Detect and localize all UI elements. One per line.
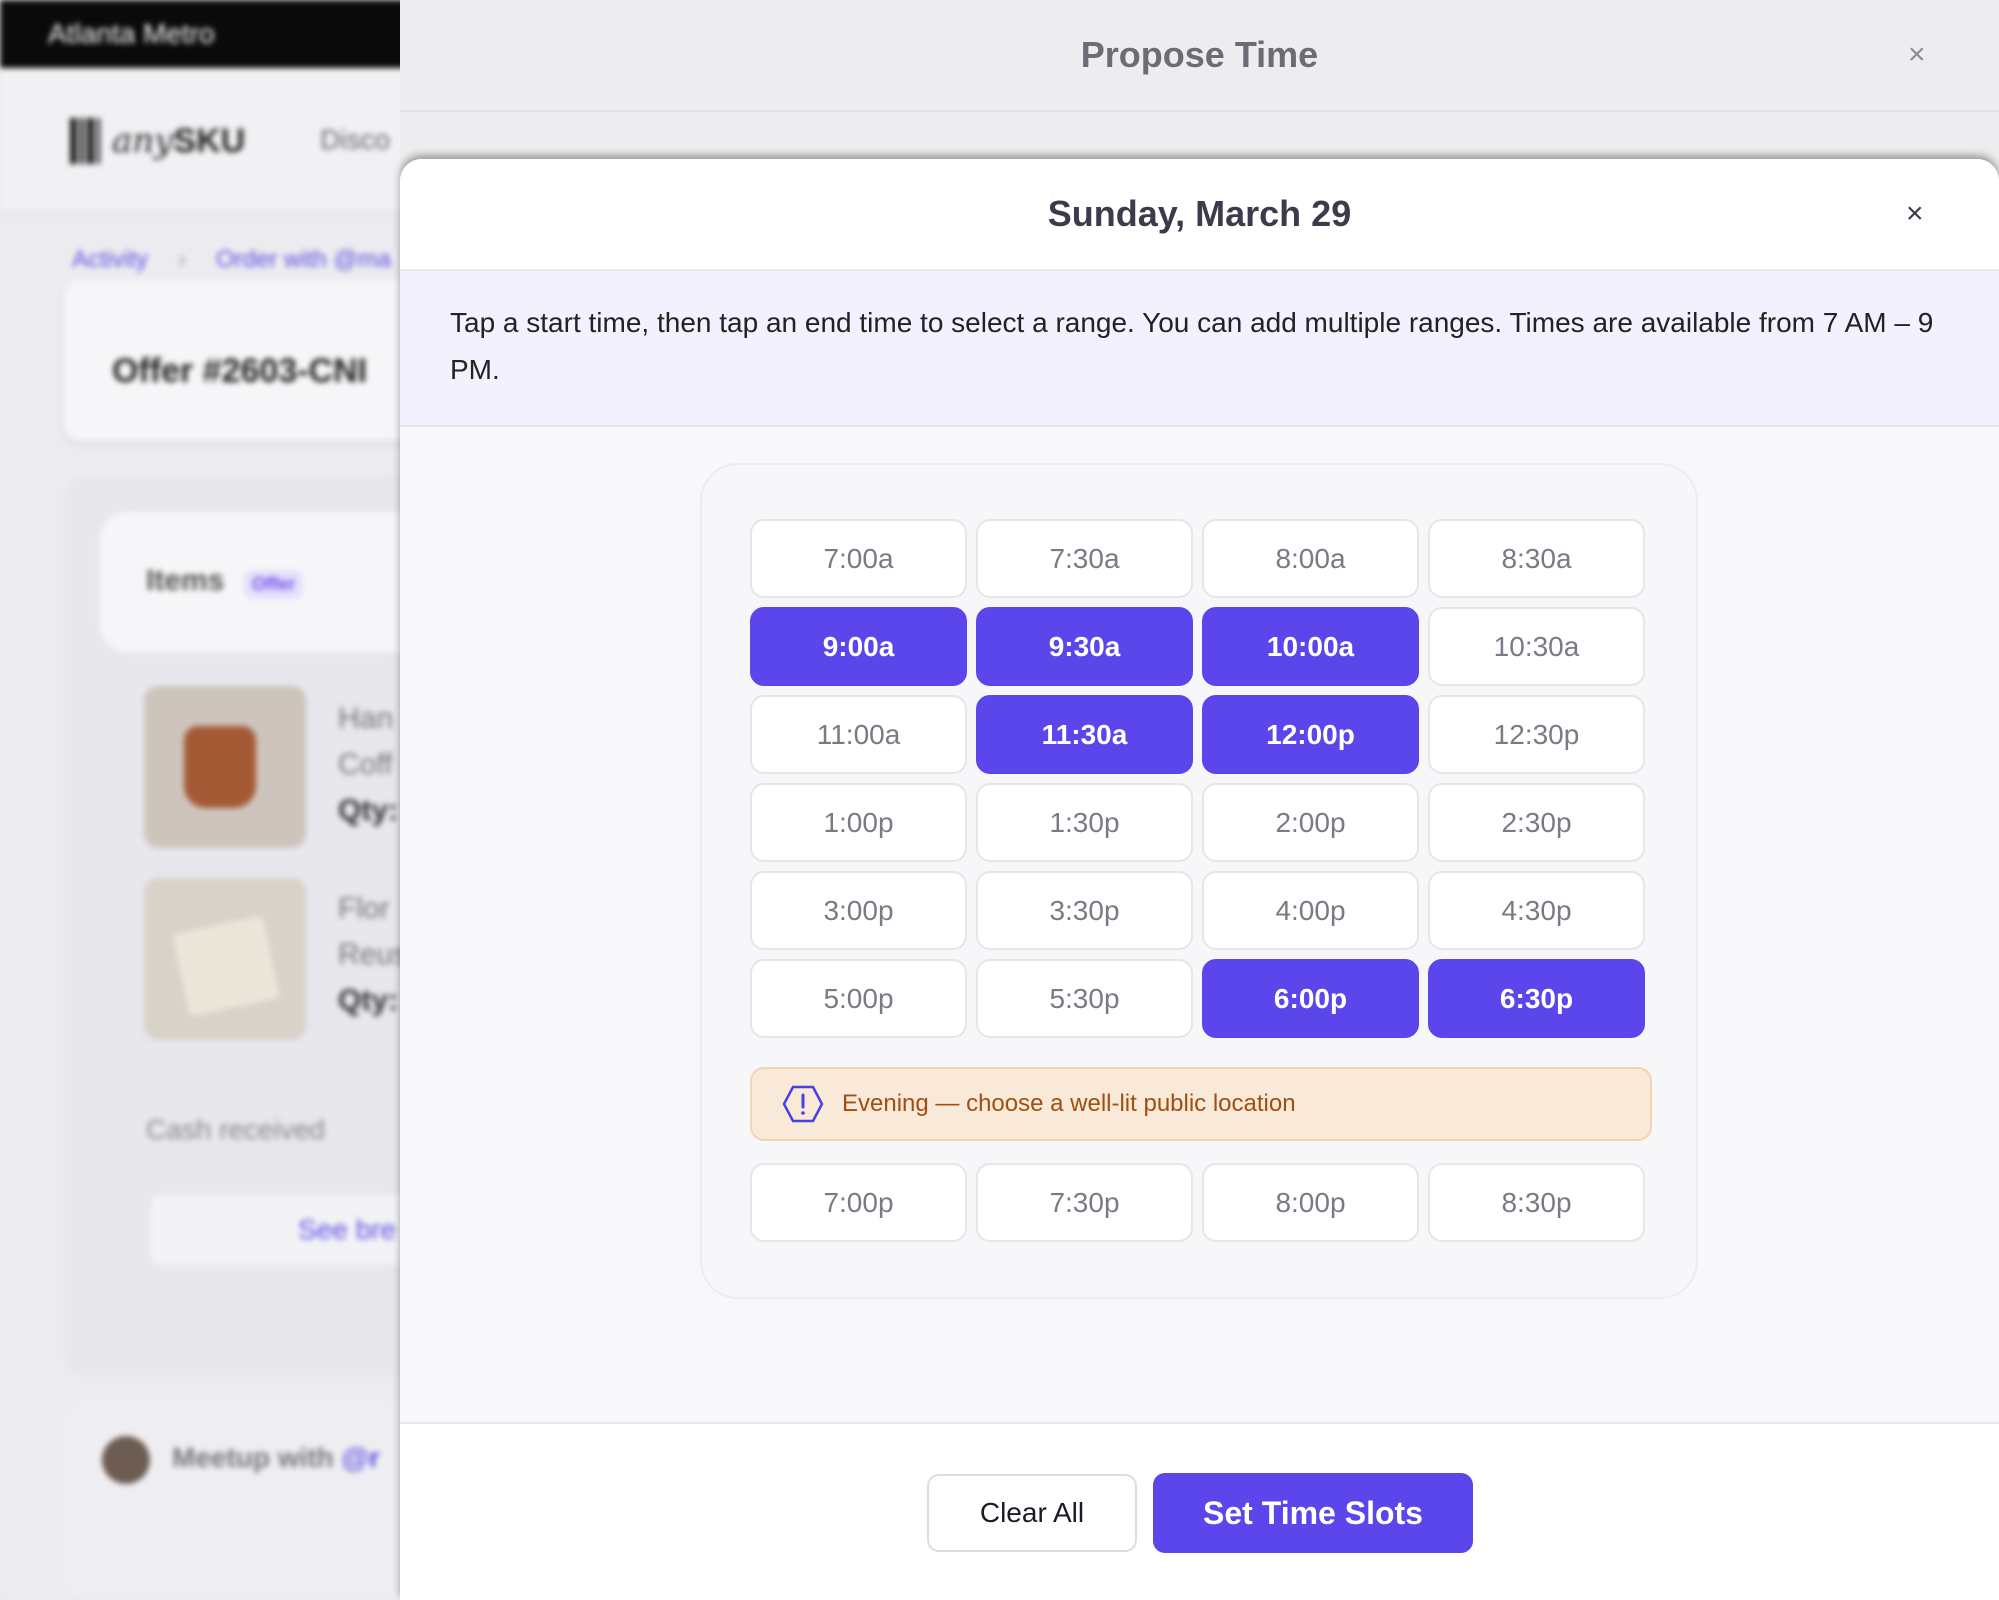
warning-hexagon-icon [782,1085,824,1123]
time-slot-button[interactable]: 8:30p [1428,1163,1645,1242]
time-slot-button[interactable]: 3:00p [750,871,967,950]
see-breakdown-label: See bre [298,1214,397,1245]
meetup-prefix: Meetup with [172,1442,334,1473]
time-slot-button[interactable]: 6:00p [1202,959,1419,1038]
mug-thumbnail [144,686,306,848]
close-icon[interactable]: × [1906,197,1924,231]
time-slot-button[interactable]: 1:30p [976,783,1193,862]
instructions-banner: Tap a start time, then tap an end time t… [400,271,1999,427]
time-slot-button[interactable]: 10:30a [1428,607,1645,686]
day-time-picker-sheet: Sunday, March 29 × Tap a start time, the… [400,159,1999,1600]
warning-text: Evening — choose a well-lit public locat… [842,1090,1296,1117]
meetup-label: Meetup with @r [172,1442,380,1474]
set-time-slots-button[interactable]: Set Time Slots [1153,1473,1473,1553]
chevron-right-icon: › [178,246,187,273]
breadcrumb-order: Order with @ma [216,246,392,273]
time-slot-button[interactable]: 10:00a [1202,607,1419,686]
item-2-line1: Flor [338,892,390,925]
time-slot-card: 7:00a 7:30a 8:00a 8:30a 9:00a 9:30a 10:00a 10:3… [700,463,1698,1299]
time-slot-button[interactable]: 9:00a [750,607,967,686]
nav-link-discover: Disco [320,124,391,155]
cash-received-label: Cash received [146,1114,325,1145]
region-label: Atlanta Metro [48,18,215,49]
clear-all-button[interactable]: Clear All [927,1474,1137,1552]
item-1-qty: Qty: [338,794,398,827]
time-slot-button[interactable]: 1:00p [750,783,967,862]
logo-any: any [112,121,174,161]
time-slot-button[interactable]: 12:30p [1428,695,1645,774]
item-1-line1: Han [338,702,394,735]
time-slot-button[interactable]: 8:00a [1202,519,1419,598]
item-2-qty: Qty: [338,984,398,1017]
offer-badge: Offer [244,570,304,599]
items-label: Items [146,564,225,597]
modal-title: Propose Time [1080,34,1319,75]
time-slot-button[interactable]: 4:30p [1428,871,1645,950]
breadcrumb: Activity › Order with @ma [72,246,391,274]
meetup-handle: @r [341,1442,380,1473]
time-slot-button[interactable]: 9:30a [976,607,1193,686]
time-slot-button[interactable]: 2:30p [1428,783,1645,862]
sheet-title: Sunday, March 29 [1047,193,1352,234]
sheet-header: Sunday, March 29 × [400,159,1999,271]
time-slot-button[interactable]: 12:00p [1202,695,1419,774]
time-slot-button[interactable]: 7:30p [976,1163,1193,1242]
time-slot-button[interactable]: 8:00p [1202,1163,1419,1242]
time-slot-button[interactable]: 3:30p [976,871,1193,950]
divider [400,110,1999,112]
avatar [102,1436,150,1484]
item-1-line2: Coff [338,748,393,781]
time-slot-button[interactable]: 8:30a [1428,519,1645,598]
time-slot-button[interactable]: 6:30p [1428,959,1645,1038]
item-1-text: Han Coff Qty: [338,696,398,834]
item-2-text: Flor Reus Qty: [338,886,408,1024]
breadcrumb-activity: Activity [72,246,149,273]
time-slot-button[interactable]: 7:00a [750,519,967,598]
tote-thumbnail [144,878,306,1040]
time-slot-button[interactable]: 5:30p [976,959,1193,1038]
barcode-icon [70,118,100,164]
time-slot-button[interactable]: 4:00p [1202,871,1419,950]
time-slot-grid: 7:00a 7:30a 8:00a 8:30a 9:00a 9:30a 10:00a 10:3… [750,519,1645,1038]
time-slot-button[interactable]: 7:30a [976,519,1193,598]
time-slot-button[interactable]: 11:00a [750,695,967,774]
evening-slot-grid: 7:00p 7:30p 8:00p 8:30p [750,1163,1645,1242]
instructions-text: Tap a start time, then tap an end time t… [450,307,1934,385]
sheet-footer: Clear All Set Time Slots [400,1422,1999,1600]
logo-sku: SKU [173,122,246,160]
time-slot-button[interactable]: 11:30a [976,695,1193,774]
time-slot-button[interactable]: 7:00p [750,1163,967,1242]
anysku-logo: anySKU [70,118,245,164]
offer-title: Offer #2603-CNI [112,352,368,390]
time-slot-button[interactable]: 5:00p [750,959,967,1038]
time-slot-button[interactable]: 2:00p [1202,783,1419,862]
evening-warning: Evening — choose a well-lit public locat… [750,1067,1652,1141]
item-2-line2: Reus [338,938,409,971]
close-icon[interactable]: × [1908,38,1926,72]
